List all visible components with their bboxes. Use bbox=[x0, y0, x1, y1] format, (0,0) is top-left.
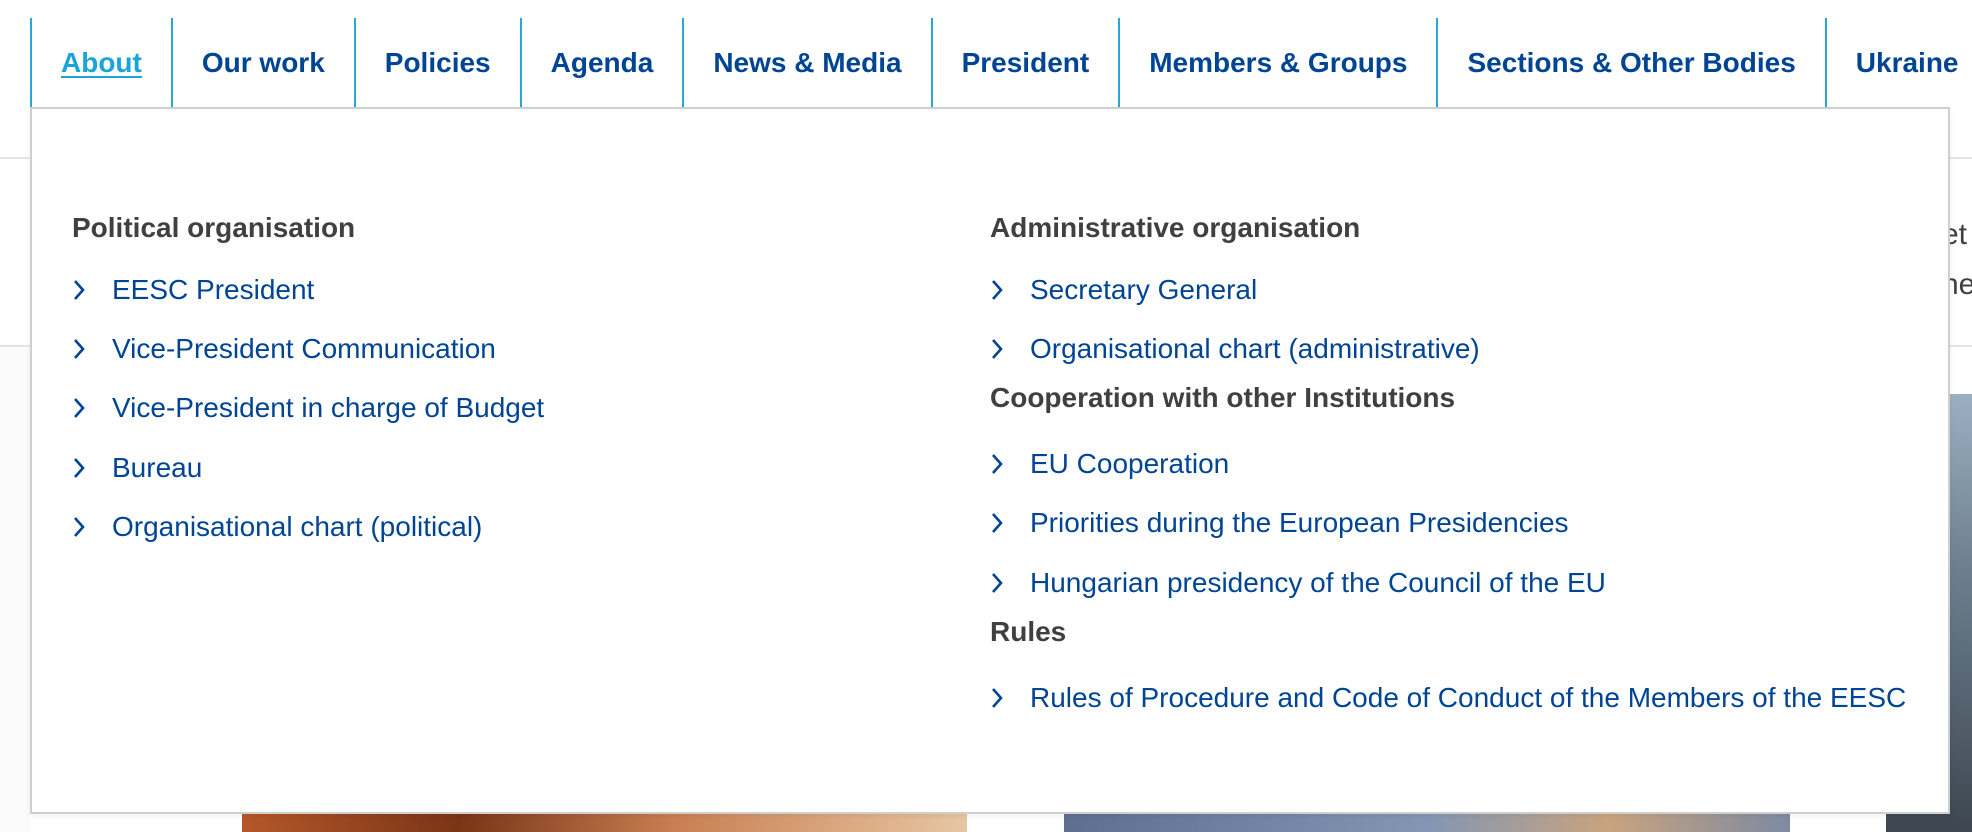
nav-item-president[interactable]: President bbox=[930, 18, 1119, 108]
chevron-right-icon bbox=[990, 335, 1030, 363]
link-vice-president-communication[interactable]: Vice-President Communication bbox=[72, 333, 496, 365]
nav-item-agenda[interactable]: Agenda bbox=[519, 18, 683, 108]
link-priorities-european-presidencies[interactable]: Priorities during the European Presidenc… bbox=[990, 507, 1569, 539]
link-label: Priorities during the European Presidenc… bbox=[1030, 507, 1569, 538]
link-hungarian-presidency[interactable]: Hungarian presidency of the Council of t… bbox=[990, 567, 1606, 599]
background-shade bbox=[0, 347, 30, 832]
link-secretary-general[interactable]: Secretary General bbox=[990, 274, 1257, 306]
link-label: Bureau bbox=[112, 452, 203, 483]
link-vice-president-budget[interactable]: Vice-President in charge of Budget bbox=[72, 392, 544, 424]
link-eesc-president[interactable]: EESC President bbox=[72, 274, 314, 306]
chevron-right-icon bbox=[72, 276, 112, 304]
link-label: EESC President bbox=[112, 274, 315, 305]
link-label: Vice-President in charge of Budget bbox=[112, 392, 545, 423]
chevron-right-icon bbox=[990, 509, 1030, 537]
nav-item-members-groups[interactable]: Members & Groups bbox=[1118, 18, 1436, 108]
chevron-right-icon bbox=[990, 450, 1030, 478]
nav-item-our-work[interactable]: Our work bbox=[170, 18, 354, 108]
nav-item-about[interactable]: About bbox=[30, 18, 171, 108]
background-photo-2 bbox=[1064, 812, 1790, 832]
link-label: Secretary General bbox=[1030, 274, 1258, 305]
administrative-organisation-heading: Administrative organisation bbox=[990, 212, 1361, 243]
link-organisational-chart-political[interactable]: Organisational chart (political) bbox=[72, 511, 482, 543]
link-label: Hungarian presidency of the Council of t… bbox=[1030, 567, 1606, 598]
link-label: Rules of Procedure and Code of Conduct o… bbox=[1030, 682, 1907, 713]
background-photo-1 bbox=[242, 812, 967, 832]
chevron-right-icon bbox=[72, 394, 112, 422]
link-organisational-chart-administrative[interactable]: Organisational chart (administrative) bbox=[990, 333, 1480, 365]
nav-item-news-media[interactable]: News & Media bbox=[682, 18, 930, 108]
link-label: Organisational chart (political) bbox=[112, 511, 483, 542]
rules-heading: Rules bbox=[990, 616, 1067, 647]
nav-item-sections-other-bodies[interactable]: Sections & Other Bodies bbox=[1436, 18, 1824, 108]
main-navigation: About Our work Policies Agenda News & Me… bbox=[30, 18, 1972, 108]
chevron-right-icon bbox=[990, 569, 1030, 597]
link-label: Organisational chart (administrative) bbox=[1030, 333, 1480, 364]
chevron-right-icon bbox=[72, 513, 112, 541]
nav-item-ukraine[interactable]: Ukraine bbox=[1824, 18, 1972, 108]
link-eu-cooperation[interactable]: EU Cooperation bbox=[990, 448, 1229, 480]
link-label: EU Cooperation bbox=[1030, 448, 1230, 479]
chevron-right-icon bbox=[72, 335, 112, 363]
link-rules-of-procedure[interactable]: Rules of Procedure and Code of Conduct o… bbox=[990, 682, 1906, 714]
chevron-right-icon bbox=[990, 684, 1030, 712]
about-dropdown-panel: Political organisation EESC President Vi… bbox=[30, 107, 1950, 814]
cooperation-heading: Cooperation with other Institutions bbox=[990, 382, 1456, 413]
nav-item-policies[interactable]: Policies bbox=[353, 18, 520, 108]
chevron-right-icon bbox=[990, 276, 1030, 304]
political-organisation-heading: Political organisation bbox=[72, 212, 356, 243]
chevron-right-icon bbox=[72, 454, 112, 482]
link-label: Vice-President Communication bbox=[112, 333, 496, 364]
link-bureau[interactable]: Bureau bbox=[72, 452, 202, 484]
